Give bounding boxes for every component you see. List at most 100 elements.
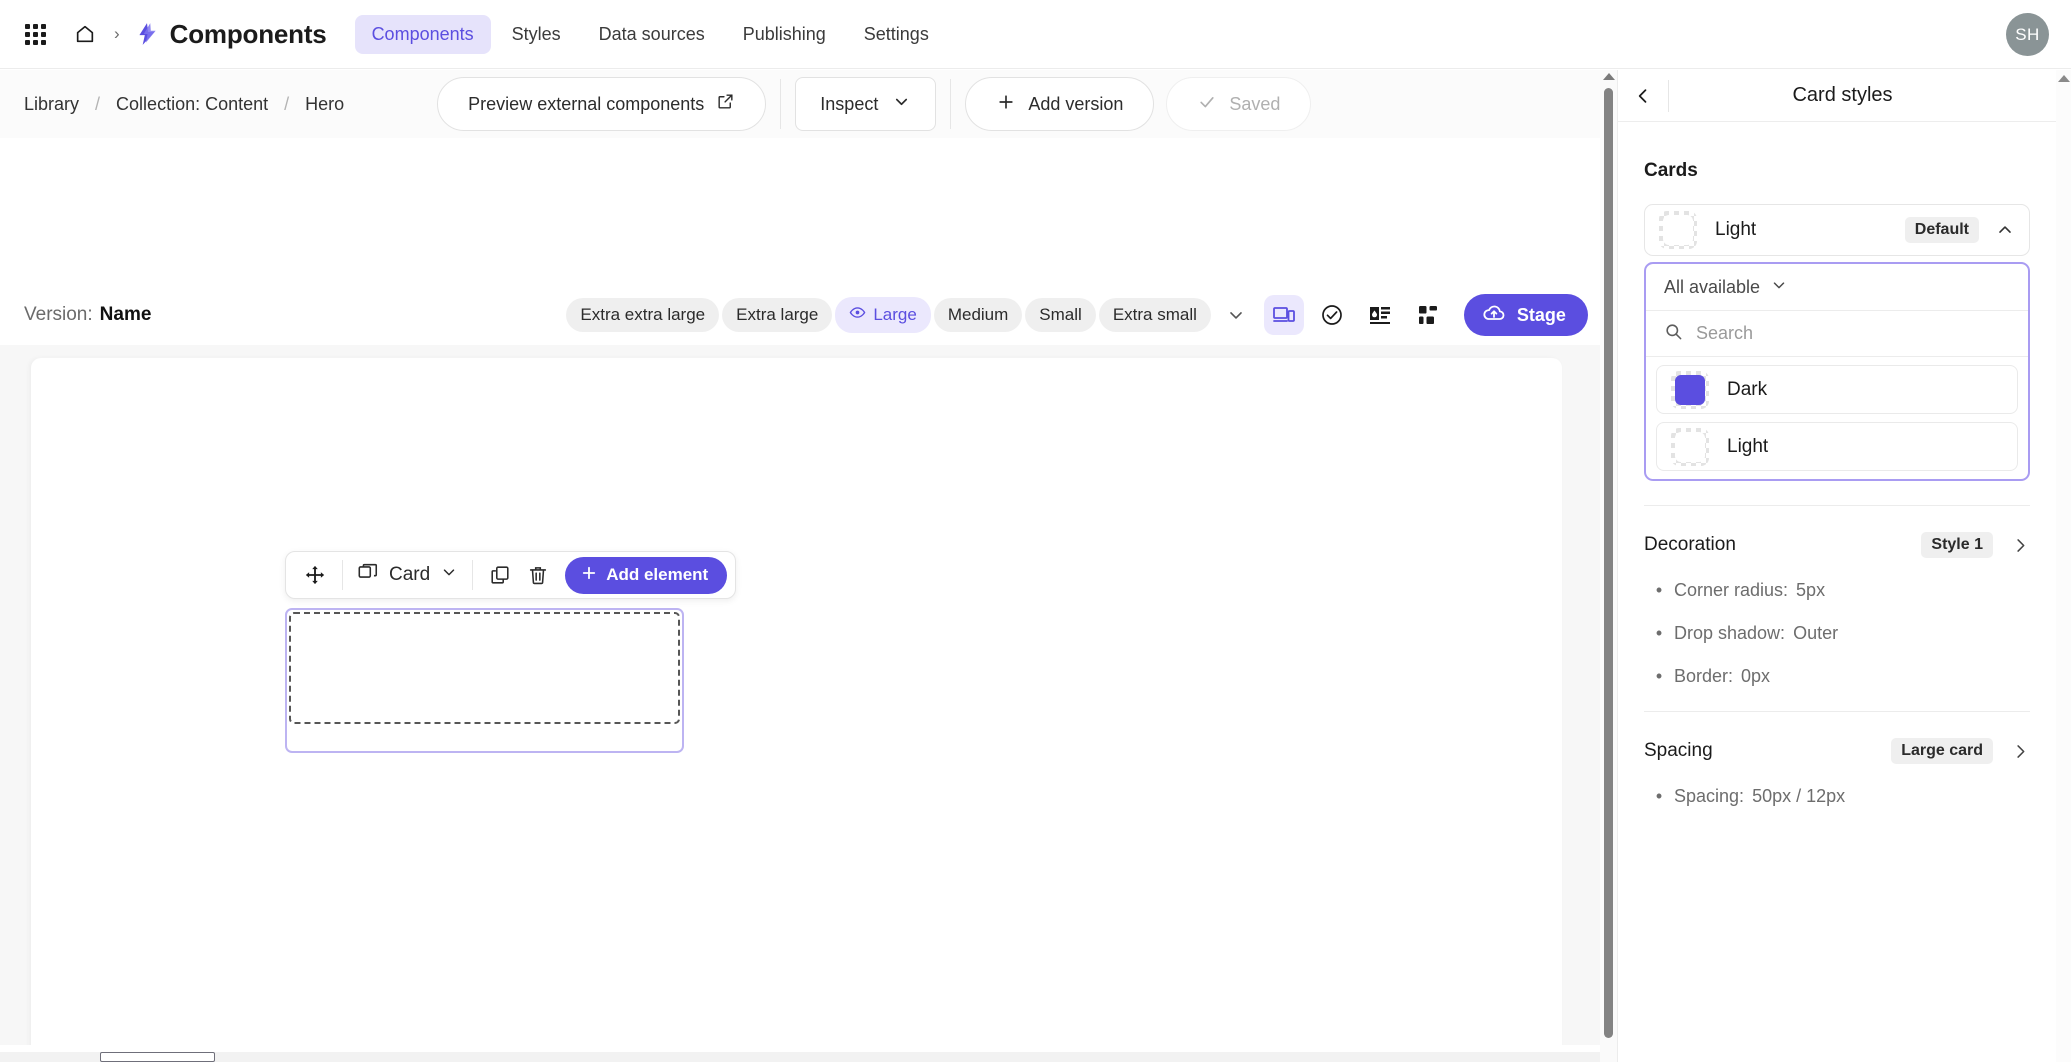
decoration-item-drop-shadow: • Drop shadow: Outer	[1644, 623, 2030, 644]
main-vertical-scrollbar[interactable]	[1600, 70, 1617, 1062]
grid-layout-icon[interactable]	[1408, 295, 1448, 335]
stage-button-label: Stage	[1516, 304, 1566, 325]
breakpoint-extra-small[interactable]: Extra small	[1098, 298, 1211, 332]
dropdown-option-light[interactable]: Light	[1656, 422, 2018, 471]
spacing-item-spacing: • Spacing: 50px / 12px	[1644, 786, 2030, 807]
scroll-up-arrow-icon[interactable]	[1603, 73, 1615, 80]
bullet-icon: •	[1655, 580, 1663, 600]
external-link-icon	[716, 92, 735, 116]
bullet-icon: •	[1655, 786, 1663, 806]
inspect-button[interactable]: Inspect	[795, 77, 937, 131]
property-value: Outer	[1793, 623, 1839, 643]
page-title: Components	[169, 18, 327, 49]
bullet-icon: •	[1655, 666, 1663, 686]
nav-item-data-sources[interactable]: Data sources	[582, 15, 722, 54]
canvas-horizontal-scrollbar[interactable]	[0, 1052, 1600, 1062]
selected-card-style-row[interactable]: Light Default	[1644, 204, 2030, 256]
spacing-section-header[interactable]: Spacing Large card	[1644, 738, 2030, 764]
dropdown-option-label: Light	[1727, 435, 1769, 457]
card-placeholder-outline	[289, 612, 680, 724]
panel-divider	[1644, 711, 2030, 712]
style-swatch	[1659, 211, 1697, 249]
check-icon	[1197, 92, 1217, 117]
nav-item-components[interactable]: Components	[354, 14, 491, 54]
card-style-dropdown: All available Dark	[1644, 262, 2030, 481]
scrollbar-thumb[interactable]	[100, 1052, 215, 1062]
element-toolbar: Card Add element	[285, 551, 737, 599]
panel-vertical-scrollbar[interactable]	[2056, 70, 2071, 1062]
chevron-down-icon	[440, 563, 458, 587]
saved-status-button: Saved	[1166, 77, 1312, 131]
move-icon[interactable]	[296, 556, 334, 594]
content-layout-icon[interactable]	[1360, 295, 1400, 335]
scroll-up-arrow-icon[interactable]	[2058, 75, 2070, 82]
property-key: Drop shadow:	[1674, 623, 1786, 643]
sub-header: Library / Collection: Content / Hero Pre…	[0, 70, 1600, 138]
version-name: Name	[99, 304, 152, 325]
add-element-button[interactable]: Add element	[565, 556, 728, 594]
breakpoint-extra-extra-large[interactable]: Extra extra large	[566, 298, 720, 332]
chevron-down-icon[interactable]	[1226, 305, 1246, 325]
apps-grid-icon[interactable]	[18, 17, 52, 51]
property-key: Border:	[1674, 666, 1734, 686]
eye-icon	[849, 304, 866, 326]
avatar[interactable]: SH	[2006, 13, 2049, 56]
decoration-item-corner-radius: • Corner radius: 5px	[1644, 580, 2030, 601]
add-version-button[interactable]: Add version	[965, 77, 1155, 131]
chevron-up-icon[interactable]	[1995, 220, 2015, 240]
decoration-section-header[interactable]: Decoration Style 1	[1644, 532, 2030, 558]
plus-icon	[580, 564, 598, 587]
responsive-device-icon[interactable]	[1263, 295, 1304, 335]
main-nav: Components Styles Data sources Publishin…	[354, 14, 946, 54]
breadcrumb-separator: /	[284, 93, 290, 114]
nav-item-styles[interactable]: Styles	[495, 15, 578, 54]
version-prefix: Version:	[24, 304, 93, 325]
panel-body: Cards Light Default All available Search…	[1618, 160, 2056, 807]
version-row: Version: Name Extra extra large Extra lar…	[0, 285, 1641, 345]
search-input[interactable]	[1696, 323, 2010, 344]
nav-item-settings[interactable]: Settings	[847, 15, 946, 54]
dropdown-filter[interactable]: All available	[1646, 264, 2028, 311]
breakpoint-medium[interactable]: Medium	[933, 298, 1023, 332]
breadcrumb-hero[interactable]: Hero	[305, 94, 344, 115]
panel-back-button[interactable]	[1618, 70, 1668, 122]
dropdown-filter-label: All available	[1664, 276, 1761, 297]
preview-external-components-button[interactable]: Preview external components	[437, 77, 767, 131]
panel-divider	[1644, 505, 2030, 506]
toolbar-divider	[780, 79, 782, 129]
home-icon[interactable]	[70, 19, 100, 49]
header-actions: Preview external components Inspect Add …	[437, 77, 1312, 131]
cards-section-title: Cards	[1644, 160, 1698, 181]
bullet-icon: •	[1655, 623, 1663, 643]
trash-icon[interactable]	[519, 556, 557, 594]
breakpoint-extra-large[interactable]: Extra large	[722, 298, 833, 332]
canvas-page[interactable]	[31, 358, 1562, 1045]
canvas-area	[0, 345, 1600, 1045]
breadcrumb-collection[interactable]: Collection: Content	[116, 94, 268, 115]
element-type-selector[interactable]: Card	[351, 561, 464, 589]
chevron-right-icon[interactable]	[2011, 536, 2030, 555]
preview-button-label: Preview external components	[468, 93, 705, 114]
duplicate-icon[interactable]	[481, 556, 519, 594]
stage-button[interactable]: Stage	[1463, 294, 1588, 336]
brand-logo-icon	[134, 21, 160, 47]
element-type-label: Card	[389, 564, 431, 585]
check-circle-icon[interactable]	[1312, 295, 1352, 335]
breadcrumb-separator: /	[95, 93, 101, 114]
chevron-right-icon[interactable]	[2011, 742, 2030, 761]
property-key: Spacing:	[1674, 786, 1745, 806]
breakpoint-small[interactable]: Small	[1025, 298, 1096, 332]
nav-item-publishing[interactable]: Publishing	[726, 15, 843, 54]
card-icon	[357, 561, 379, 589]
scrollbar-thumb[interactable]	[1604, 88, 1613, 1038]
toolbar-divider	[472, 560, 474, 590]
decoration-badge: Style 1	[1921, 532, 1993, 558]
card-element[interactable]	[285, 608, 684, 753]
dropdown-option-dark[interactable]: Dark	[1656, 365, 2018, 414]
selected-style-name: Light	[1715, 219, 1757, 240]
breadcrumb-library[interactable]: Library	[24, 94, 79, 115]
decoration-label: Decoration	[1644, 534, 1736, 555]
toolbar-divider	[950, 79, 952, 129]
breakpoint-large[interactable]: Large	[835, 297, 931, 333]
top-bar: › Components Components Styles Data sour…	[0, 0, 2071, 69]
